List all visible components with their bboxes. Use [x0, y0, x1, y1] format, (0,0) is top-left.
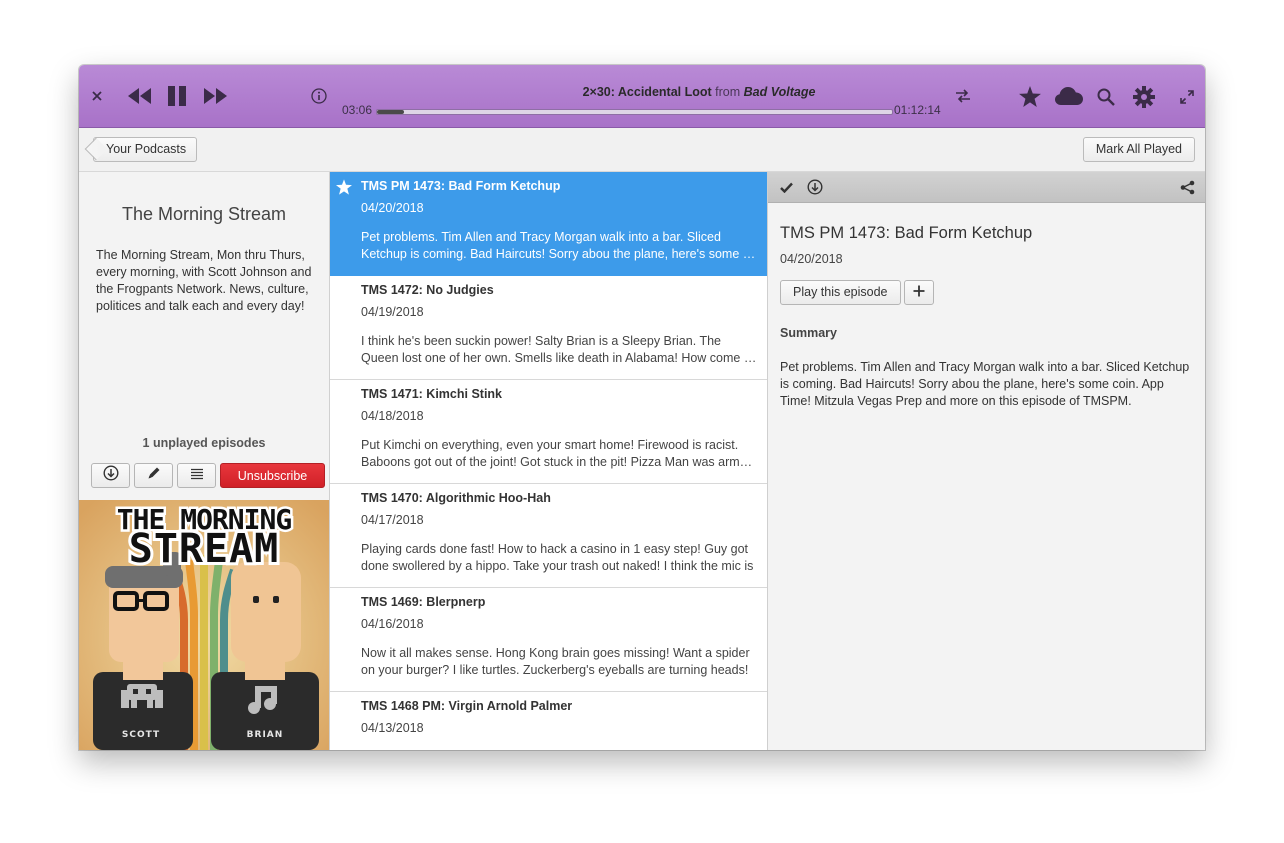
star-icon[interactable] — [1017, 84, 1043, 108]
episode-row[interactable]: TMS 1471: Kimchi Stink 04/18/2018 Put Kimc… — [330, 380, 767, 484]
podcast-info-panel: The Morning Stream The Morning Stream, M… — [79, 172, 330, 750]
episode-summary: Put Kimchi on everything, even your smar… — [361, 437, 757, 471]
list-icon — [190, 467, 204, 485]
unplayed-count: 1 unplayed episodes — [142, 436, 266, 450]
episode-summary-line: Now it all makes sense. Hong Kong brain … — [361, 646, 750, 660]
episode-summary: Pet problems. Tim Allen and Tracy Morgan… — [361, 229, 757, 263]
episode-date: 04/13/2018 — [361, 721, 424, 735]
rewind-icon[interactable] — [127, 86, 153, 106]
episode-title: TMS 1470: Algorithmic Hoo-Hah — [361, 491, 551, 505]
app-window: 2×30: Accidental Loot from Bad Voltage 0… — [79, 65, 1205, 750]
now-playing-from: from — [715, 85, 741, 99]
episode-list: TMS PM 1473: Bad Form Ketchup 04/20/2018 P… — [330, 172, 768, 750]
episode-row[interactable]: TMS 1472: No Judgies 04/19/2018 I think he… — [330, 276, 767, 380]
remaining-time: 01:12:14 — [894, 103, 941, 117]
summary-text: Pet problems. Tim Allen and Tracy Morgan… — [780, 360, 1190, 408]
now-playing-episode: 2×30: Accidental Loot — [582, 85, 712, 99]
art-title-line2: STREAM — [129, 526, 280, 572]
episode-summary-line: I think he's been suckin power! Salty Br… — [361, 334, 721, 348]
cloud-icon[interactable] — [1054, 85, 1084, 107]
unsubscribe-button[interactable]: Unsubscribe — [220, 463, 325, 488]
star-icon[interactable] — [336, 179, 352, 195]
toolbar: Your Podcasts Mark All Played — [79, 128, 1205, 172]
info-icon[interactable] — [310, 87, 328, 105]
episode-summary: I think he's been suckin power! Salty Br… — [361, 333, 757, 367]
episode-row[interactable]: TMS 1470: Algorithmic Hoo-Hah 04/17/2018 P… — [330, 484, 767, 588]
close-icon[interactable] — [89, 88, 105, 104]
episode-title: TMS 1471: Kimchi Stink — [361, 387, 503, 401]
podcast-actions: Unsubscribe — [91, 463, 325, 488]
art-name-left: SCOTT — [122, 730, 160, 740]
episode-title: TMS PM 1473: Bad Form Ketchup — [361, 179, 561, 193]
episode-row[interactable]: TMS PM 1473: Bad Form Ketchup 04/20/2018 P… — [330, 172, 767, 276]
episode-summary-line: Playing cards done fast! How to hack a c… — [361, 542, 749, 556]
search-icon[interactable] — [1095, 86, 1117, 108]
progress-fill — [377, 110, 405, 114]
download-button[interactable] — [91, 463, 130, 488]
episode-summary-line: Pet problems. Tim Allen and Tracy Morgan… — [361, 230, 721, 244]
download-icon — [102, 465, 119, 486]
episode-date: 04/16/2018 — [361, 617, 424, 631]
episode-details-panel: TMS PM 1473: Bad Form Ketchup 04/20/2018… — [768, 172, 1205, 750]
episode-summary-line: Ketchup is coming. Bad Haircuts! Sorry a… — [361, 247, 757, 261]
play-episode-button[interactable]: Play this episode — [780, 280, 901, 305]
art-name-right: BRIAN — [247, 730, 284, 740]
mark-all-played-button[interactable]: Mark All Played — [1082, 137, 1195, 162]
episode-title: TMS 1472: No Judgies — [361, 283, 494, 297]
details-toolbar — [768, 172, 1205, 203]
episode-summary-line: on your burger? I like turtles. Zuckerbe… — [361, 663, 749, 677]
shuffle-icon[interactable] — [953, 87, 973, 105]
fullscreen-icon[interactable] — [1178, 88, 1196, 106]
episode-title: TMS 1469: Blerpnerp — [361, 595, 486, 609]
episode-summary-line: Put Kimchi on everything, even your smar… — [361, 438, 739, 452]
detail-episode-title: TMS PM 1473: Bad Form Ketchup — [780, 224, 1033, 242]
episode-summary-line: Queen lost one of her own. Smells like d… — [361, 351, 757, 365]
episode-summary-line: Baboons got out of the joint! Got stuck … — [361, 455, 757, 469]
episode-summary: Playing cards done fast! How to hack a c… — [361, 541, 757, 575]
pause-icon[interactable] — [165, 85, 189, 107]
episode-row[interactable]: TMS 1468 PM: Virgin Arnold Palmer 04/13/2… — [330, 692, 767, 750]
list-button[interactable] — [177, 463, 216, 488]
episode-row[interactable]: TMS 1469: Blerpnerp 04/16/2018 Now it all … — [330, 588, 767, 692]
episode-date: 04/18/2018 — [361, 409, 424, 423]
checkmark-icon[interactable] — [778, 179, 794, 195]
add-to-queue-button[interactable] — [904, 280, 934, 305]
summary-heading: Summary — [780, 326, 837, 340]
back-button[interactable]: Your Podcasts — [93, 137, 198, 162]
progress-bar[interactable] — [376, 109, 893, 115]
podcast-description: The Morning Stream, Mon thru Thurs, ever… — [96, 248, 312, 313]
episode-title: TMS 1468 PM: Virgin Arnold Palmer — [361, 699, 573, 713]
podcast-title: The Morning Stream — [121, 204, 287, 224]
elapsed-time: 03:06 — [342, 103, 373, 117]
header-bar: 2×30: Accidental Loot from Bad Voltage 0… — [79, 65, 1205, 128]
edit-button[interactable] — [134, 463, 173, 488]
episode-summary: Now it all makes sense. Hong Kong brain … — [361, 645, 757, 679]
detail-episode-date: 04/20/2018 — [780, 252, 843, 266]
episode-date: 04/20/2018 — [361, 201, 424, 215]
now-playing-title: 2×30: Accidental Loot from Bad Voltage — [379, 85, 1019, 99]
download-icon[interactable] — [806, 179, 824, 195]
pencil-icon — [147, 466, 161, 485]
episode-date: 04/19/2018 — [361, 305, 424, 319]
episode-summary-line: done swollered by a hippo. Take your tra… — [361, 559, 754, 573]
now-playing-show: Bad Voltage — [743, 85, 816, 99]
gear-icon[interactable] — [1132, 85, 1156, 109]
plus-icon — [913, 284, 925, 302]
share-icon[interactable] — [1178, 179, 1196, 195]
episode-date: 04/17/2018 — [361, 513, 424, 527]
podcast-artwork: SCOTT BRIAN THE MORNING THE MORNING STRE… — [79, 500, 329, 750]
fast-forward-icon[interactable] — [202, 86, 228, 106]
